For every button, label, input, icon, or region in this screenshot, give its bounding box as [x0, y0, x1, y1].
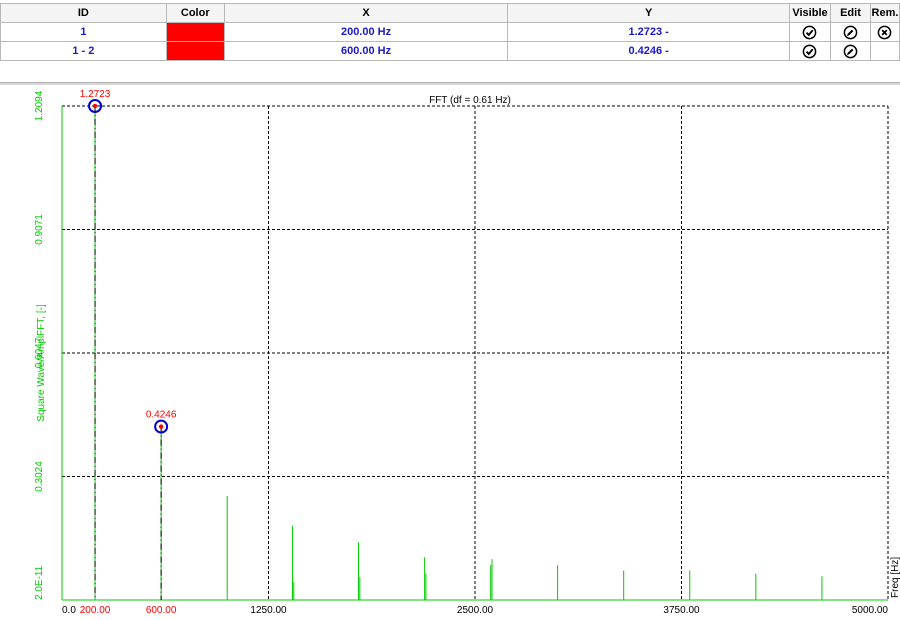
table-row[interactable]: 1 - 2 600.00 Hz 0.4246 - [0, 41, 900, 61]
row-y-value: 0.4246 - [507, 41, 790, 61]
x-axis-label: Freq [Hz] [890, 557, 900, 598]
cursor-value-label: 1.2723 [80, 89, 111, 100]
check-circle-icon[interactable] [802, 44, 817, 59]
cursor-marker-dot [92, 103, 98, 109]
row-color-swatch[interactable] [165, 22, 225, 42]
x-tick-label: 5000.00 [852, 605, 889, 616]
cursor-x-label: 600.00 [146, 605, 177, 616]
row-remove-button[interactable] [869, 22, 900, 42]
y-tick-label: 0.3024 [34, 461, 45, 492]
header-y[interactable]: Y [507, 3, 790, 23]
row-y-value: 1.2723 - [507, 22, 790, 42]
x-tick-label: 3750.00 [663, 605, 700, 616]
x-tick-label: 0.0 [62, 605, 76, 616]
row-visible-toggle[interactable] [789, 41, 831, 61]
row-remove-cell [869, 41, 900, 61]
header-remove[interactable]: Rem. [869, 3, 900, 23]
header-id[interactable]: ID [0, 3, 167, 23]
table-row[interactable]: 1 200.00 Hz 1.2723 - [0, 22, 900, 42]
header-edit[interactable]: Edit [829, 3, 871, 23]
check-circle-icon[interactable] [802, 25, 817, 40]
row-edit-button[interactable] [829, 41, 871, 61]
panel-separator [0, 82, 900, 85]
fft-plot[interactable]: 2.0E-110.30240.60470.90711.20940.0 1250.0… [0, 86, 900, 620]
table-header-row: ID Color X Y Visible Edit Rem. [0, 3, 900, 23]
y-tick-label: 0.9071 [34, 214, 45, 245]
x-tick-label: 1250.00 [250, 605, 287, 616]
cursor-marker-dot [158, 424, 164, 429]
row-visible-toggle[interactable] [789, 22, 831, 42]
row-x-value: 600.00 Hz [223, 41, 509, 61]
row-color-swatch[interactable] [165, 41, 225, 61]
row-x-value: 200.00 Hz [223, 22, 509, 42]
y-tick-label: 1.2094 [34, 90, 45, 121]
row-id: 1 [0, 22, 167, 42]
x-circle-icon[interactable] [877, 25, 892, 40]
pencil-circle-icon[interactable] [843, 25, 858, 40]
cursor-value-label: 0.4246 [146, 410, 177, 421]
pencil-circle-icon[interactable] [843, 44, 858, 59]
header-x[interactable]: X [223, 3, 509, 23]
header-visible[interactable]: Visible [789, 3, 831, 23]
header-color[interactable]: Color [165, 3, 225, 23]
x-tick-label: 2500.00 [457, 605, 494, 616]
y-tick-label: 2.0E-11 [34, 565, 45, 600]
row-edit-button[interactable] [829, 22, 871, 42]
y-axis-label: Square Wave/AmplFFT, [-] [36, 304, 47, 422]
cursor-table: ID Color X Y Visible Edit Rem. 1 200.00 … [0, 3, 900, 61]
chart-title: FFT (df = 0.61 Hz) [429, 95, 511, 106]
cursor-x-label: 200.00 [80, 605, 111, 616]
row-id: 1 - 2 [0, 41, 167, 61]
